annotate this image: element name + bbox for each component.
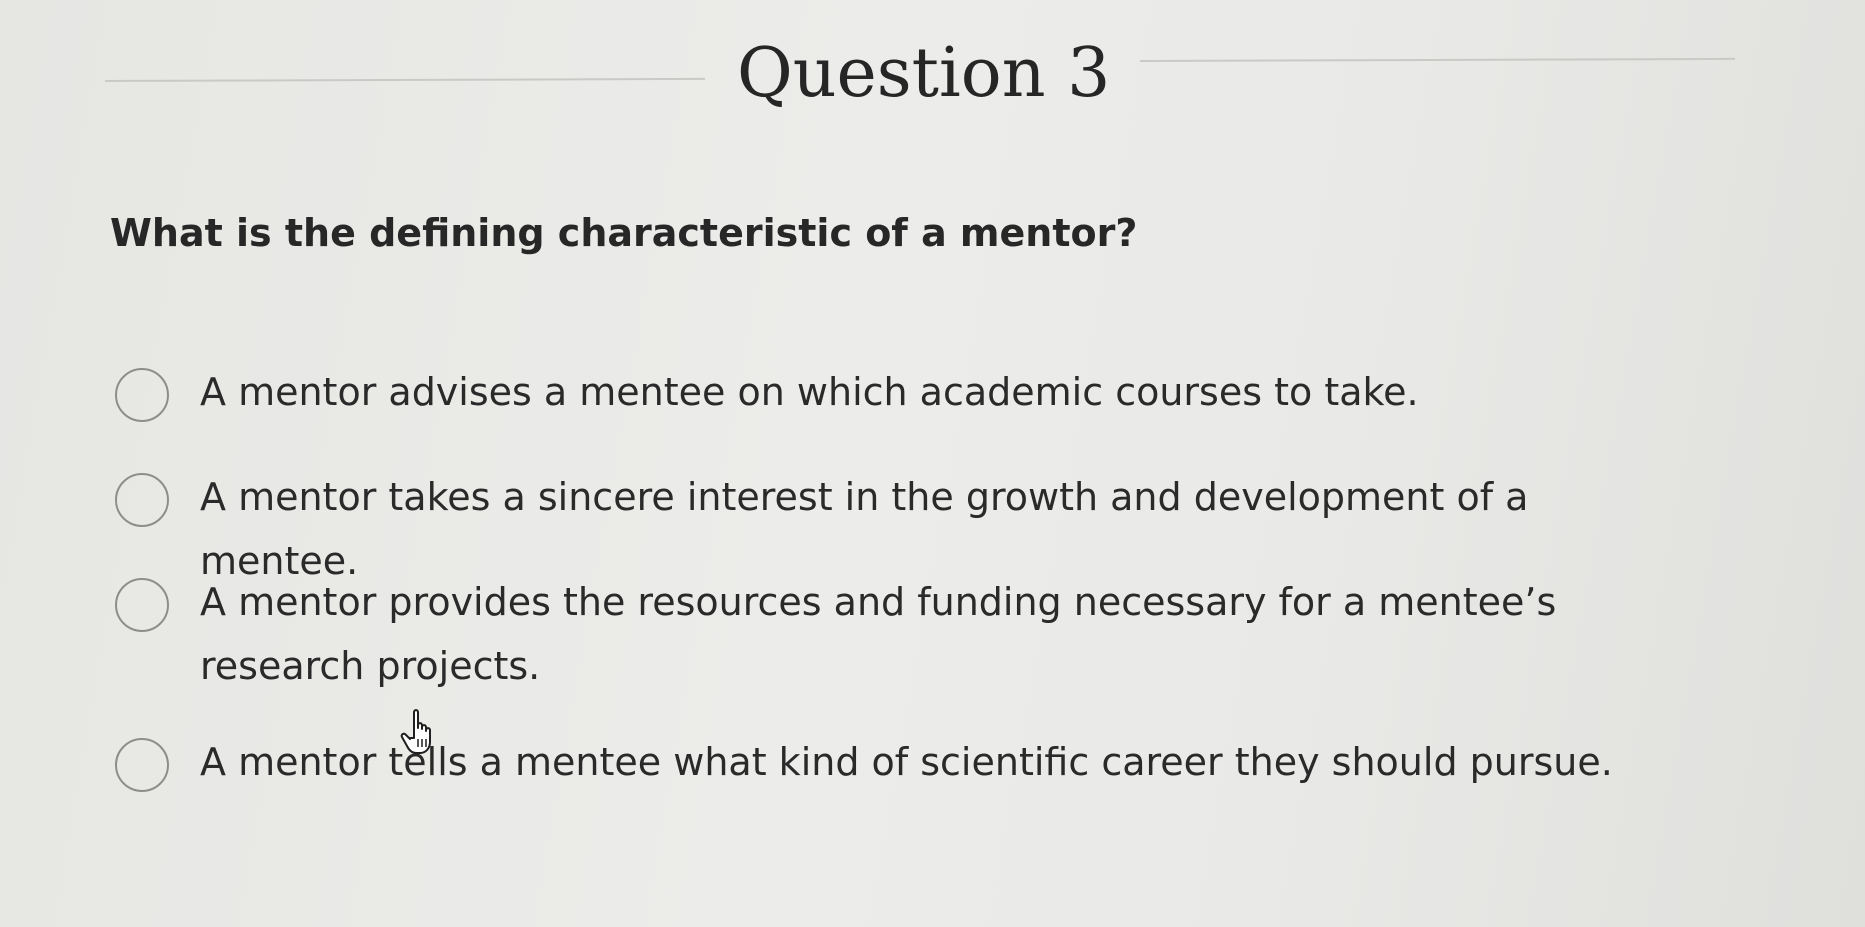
- radio-button-option-3[interactable]: [115, 578, 169, 632]
- answer-option-label[interactable]: A mentor provides the resources and fund…: [200, 570, 1620, 698]
- quiz-page: Question 3 What is the defining characte…: [0, 0, 1865, 927]
- question-title: Question 3: [737, 34, 1111, 113]
- radio-button-option-1[interactable]: [115, 368, 169, 422]
- header-divider-right: [1139, 57, 1735, 62]
- answer-option-label[interactable]: A mentor advises a mentee on which acade…: [200, 360, 1680, 424]
- header-divider-left: [104, 77, 705, 82]
- question-prompt: What is the defining characteristic of a…: [110, 211, 1138, 255]
- radio-button-option-2[interactable]: [115, 473, 169, 527]
- hand-pointer-icon: [400, 709, 431, 754]
- question-header: Question 3: [104, 30, 1735, 120]
- radio-button-option-4[interactable]: [115, 738, 169, 792]
